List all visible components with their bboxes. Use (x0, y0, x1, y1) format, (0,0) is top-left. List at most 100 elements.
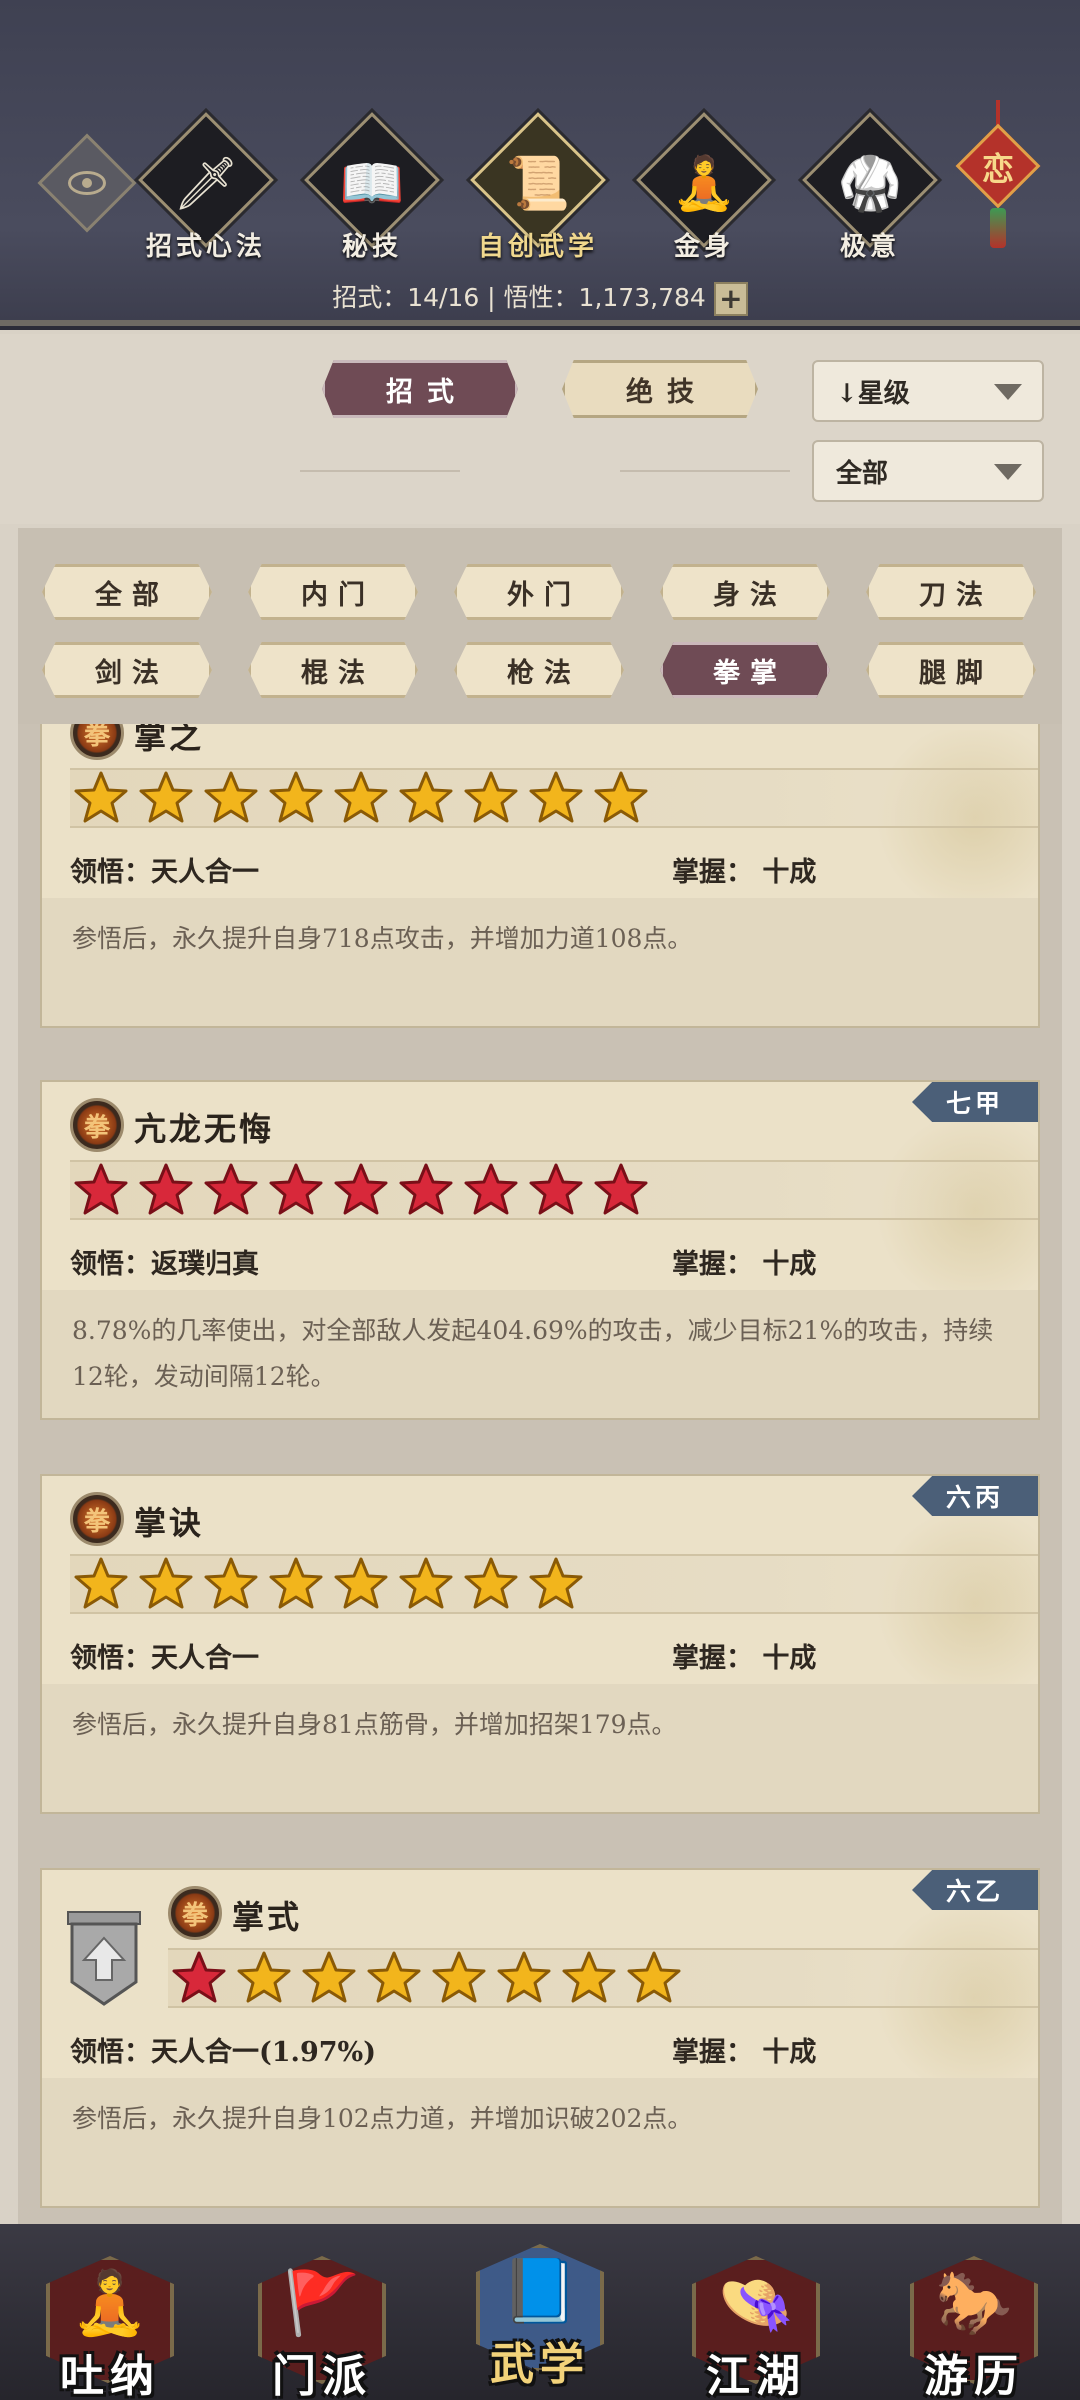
martial-stance-icon: 🥋 (837, 153, 903, 214)
category-dropdown[interactable]: 全部 (812, 440, 1044, 502)
skill-description: 8.78%的几率使出，对全部敌人发起404.69%的攻击，减少目标21%的攻击，… (42, 1290, 1038, 1418)
nav-label: 招式心法 (145, 232, 266, 262)
bottom-nav: 🧘 吐纳 🚩 门派 📘 武学 👒 江湖 🐎 游历 (0, 2224, 1080, 2400)
tab-moves[interactable]: 招式 (322, 360, 518, 418)
nav-label: 自创武学 (477, 232, 598, 262)
gold-star-icon (560, 1949, 618, 2007)
bottom-nav-sect[interactable]: 🚩 门派 (252, 2236, 392, 2400)
nav-item-self-created[interactable]: 📜 自创武学 (468, 112, 608, 268)
comprehension-label: 领悟：天人合一(1.97%) (70, 2037, 376, 2068)
red-star-icon (592, 1161, 650, 1219)
straw-hat-icon: 👒 (717, 2266, 795, 2339)
gold-star-icon (397, 1555, 455, 1613)
skill-card[interactable]: 七甲 拳 亢龙无悔 领悟：返璞归真 掌握： 十成 8.78%的几率使出，对全部敌… (40, 1080, 1040, 1420)
nav-item-ultimate[interactable]: 🥋 极意 (800, 112, 940, 268)
plus-button[interactable]: + (713, 282, 748, 316)
gold-star-icon (267, 769, 325, 827)
filter-chip[interactable]: 外门 (454, 564, 624, 620)
gold-star-icon (462, 1555, 520, 1613)
comprehension-label: 领悟：天人合一 (70, 857, 259, 888)
filter-chip[interactable]: 腿脚 (866, 642, 1036, 698)
skill-title: 掌之 (134, 724, 205, 756)
gold-star-icon (267, 1555, 325, 1613)
bottom-nav-label: 吐纳 (60, 2351, 160, 2400)
nav-label: 秘技 (341, 232, 402, 262)
skill-card[interactable]: 六乙 拳 掌式 领悟：天人合一(1.97%) 掌握： 十成 参悟后，永久提升自身… (40, 1868, 1040, 2208)
fist-icon: 拳 (70, 1098, 124, 1152)
stats-text: 招式：14/16 | 悟性：1,173,784 (332, 283, 706, 312)
nav-item-secret-skills[interactable]: 📖 秘技 (302, 112, 442, 268)
gold-star-icon (137, 1555, 195, 1613)
gold-star-icon (397, 769, 455, 827)
filter-chip[interactable]: 全部 (42, 564, 212, 620)
category-label: 全部 (836, 458, 889, 489)
eye-icon (68, 171, 106, 195)
bottom-nav-martial[interactable]: 📘 武学 (470, 2224, 610, 2390)
skill-title: 亢龙无悔 (134, 1110, 275, 1148)
red-star-icon (202, 1161, 260, 1219)
filter-chip[interactable]: 剑法 (42, 642, 212, 698)
gold-star-icon (365, 1949, 423, 2007)
book-icon: 📖 (339, 153, 405, 214)
comprehension-label: 领悟：天人合一 (70, 1643, 259, 1674)
red-star-icon (462, 1161, 520, 1219)
view-toggle-button[interactable] (37, 133, 137, 233)
bottom-nav-travel[interactable]: 🐎 游历 (904, 2236, 1044, 2400)
scroll-icon: 📜 (505, 153, 571, 214)
sort-label: ↓星级 (836, 378, 910, 409)
filter-chip[interactable]: 内门 (248, 564, 418, 620)
red-star-icon (527, 1161, 585, 1219)
filter-panel: 全部 内门 外门 身法 刀法 剑法 棍法 枪法 拳掌 腿脚 (18, 528, 1062, 724)
skill-card[interactable]: 六丙 拳 掌诀 领悟：天人合一 掌握： 十成 参悟后，永久提升自身81点筋骨，并… (40, 1474, 1040, 1814)
gold-star-icon (527, 1555, 585, 1613)
filter-chip-active[interactable]: 拳掌 (660, 642, 830, 698)
sword-icon: 🗡 (172, 153, 239, 214)
filter-chip[interactable]: 棍法 (248, 642, 418, 698)
tab-ultimate-skills[interactable]: 绝技 (562, 360, 758, 418)
fist-icon: 拳 (70, 724, 124, 760)
sort-dropdown[interactable]: ↓星级 (812, 360, 1044, 422)
red-star-icon (397, 1161, 455, 1219)
skill-description: 参悟后，永久提升自身81点筋骨，并增加招架179点。 (42, 1684, 1038, 1812)
skill-description: 参悟后，永久提升自身718点攻击，并增加力道108点。 (42, 898, 1038, 1026)
rank-badge: 六丙 (912, 1476, 1038, 1516)
star-rating (70, 768, 1038, 828)
rank-badge: 六乙 (912, 1870, 1038, 1910)
bottom-nav-label: 武学 (490, 2339, 590, 2390)
chinese-knot-button[interactable]: 恋 (955, 100, 1041, 250)
red-star-icon (267, 1161, 325, 1219)
gold-star-icon (202, 769, 260, 827)
mastery-label: 掌握： 十成 (672, 2037, 817, 2068)
gold-star-icon (592, 769, 650, 827)
fist-icon: 拳 (70, 1492, 124, 1546)
filter-chip[interactable]: 枪法 (454, 642, 624, 698)
gold-star-icon (625, 1949, 683, 2007)
nav-item-moves[interactable]: 🗡 招式心法 (136, 112, 276, 268)
chevron-down-icon (994, 464, 1022, 480)
skill-description: 参悟后，永久提升自身102点力道，并增加识破202点。 (42, 2078, 1038, 2206)
gold-star-icon (495, 1949, 553, 2007)
divider (620, 470, 790, 472)
comprehension-label: 领悟：返璞归真 (70, 1249, 259, 1280)
mastery-label: 掌握： 十成 (672, 857, 817, 888)
star-rating (70, 1554, 1038, 1614)
red-star-icon (170, 1949, 228, 2007)
gold-star-icon (300, 1949, 358, 2007)
skill-list[interactable]: 拳 掌之 领悟：天人合一 掌握： 十成 参悟后，永久提升自身718点攻击，并增加… (18, 724, 1062, 2224)
monk-icon: 🧘 (71, 2266, 149, 2339)
upgrade-arrow-icon[interactable] (62, 1908, 146, 2008)
nav-label: 极意 (839, 232, 900, 262)
bottom-nav-jianghu[interactable]: 👒 江湖 (686, 2236, 826, 2400)
bottom-nav-breathe[interactable]: 🧘 吐纳 (40, 2236, 180, 2400)
nav-item-golden-body[interactable]: 🧘 金身 (634, 112, 774, 268)
bottom-nav-label: 游历 (924, 2351, 1024, 2400)
filter-chip[interactable]: 刀法 (866, 564, 1036, 620)
gold-star-icon (332, 1555, 390, 1613)
skill-card[interactable]: 拳 掌之 领悟：天人合一 掌握： 十成 参悟后，永久提升自身718点攻击，并增加… (40, 724, 1040, 1028)
gold-star-icon (72, 769, 130, 827)
gold-star-icon (462, 769, 520, 827)
skill-title: 掌诀 (134, 1504, 205, 1542)
filter-chip[interactable]: 身法 (660, 564, 830, 620)
mastery-label: 掌握： 十成 (672, 1249, 817, 1280)
meditation-icon: 🧘 (671, 153, 737, 214)
